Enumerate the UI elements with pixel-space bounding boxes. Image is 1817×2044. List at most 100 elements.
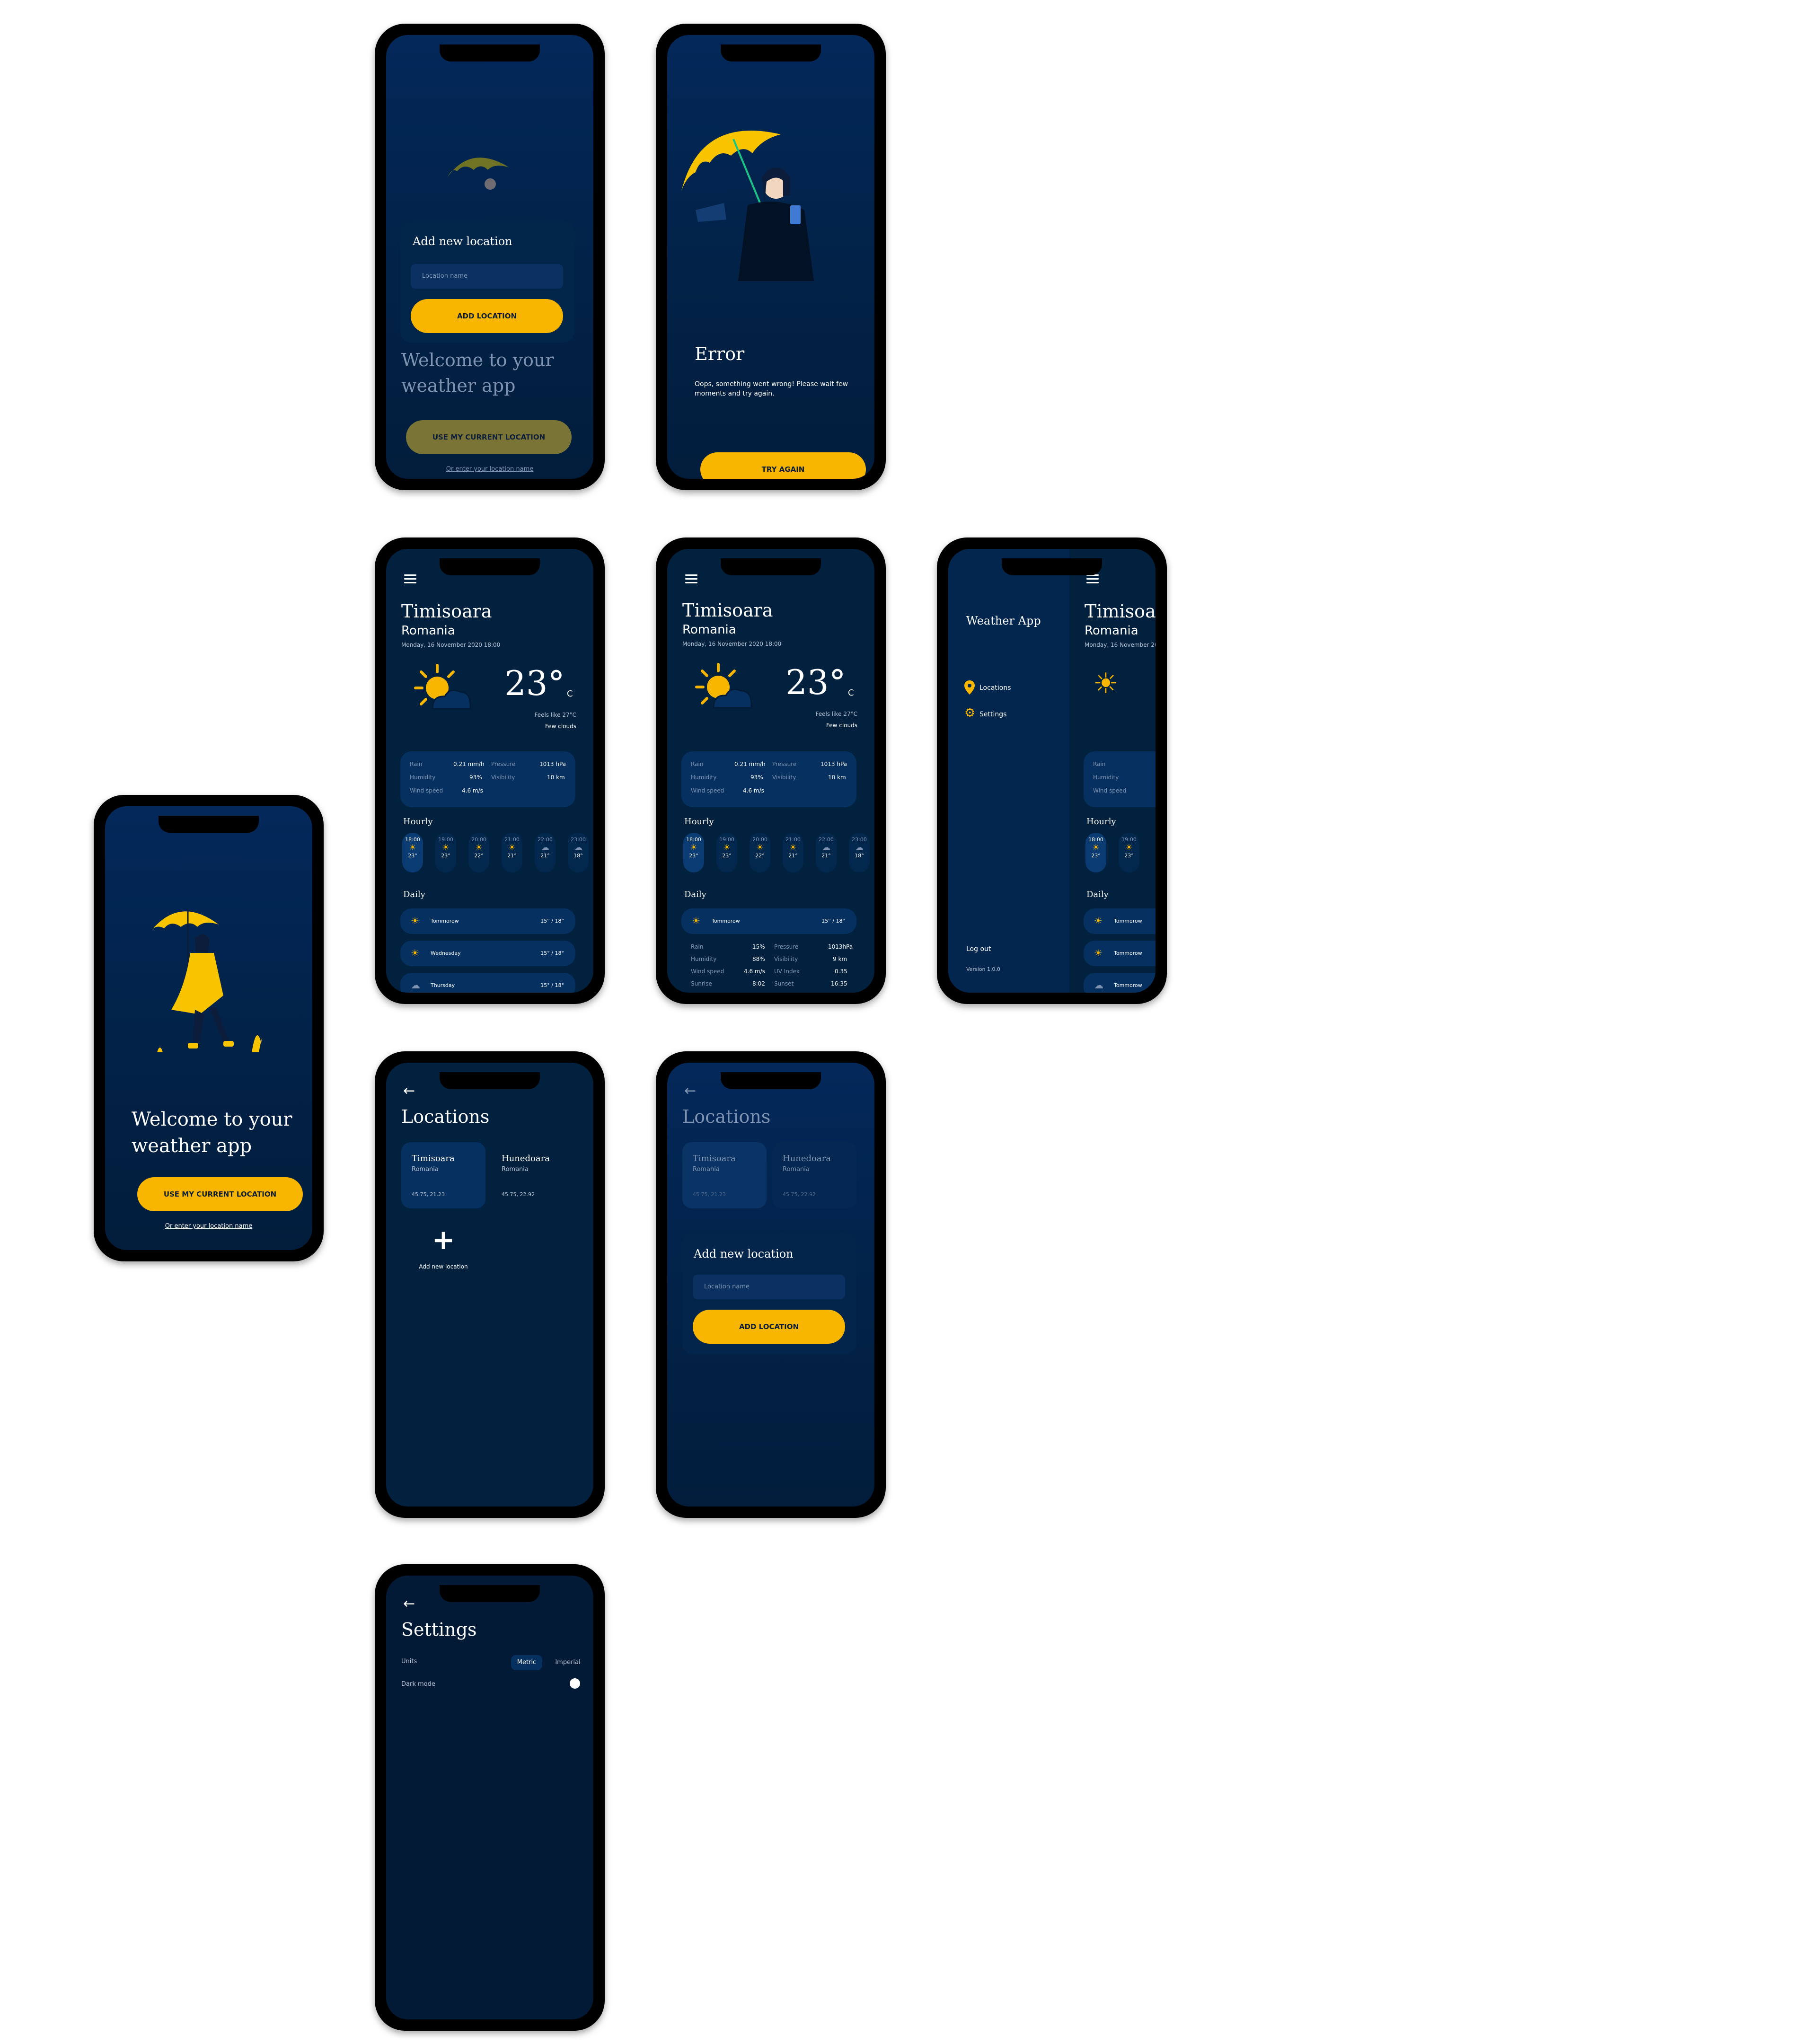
hourly-item[interactable]: 19:00 ☀ 23° — [435, 833, 456, 872]
daily-row[interactable]: ☀ Wednesday 15° / 18° — [400, 941, 575, 966]
welcome-title: Welcome to your weather app — [132, 1106, 292, 1159]
hourly-item[interactable]: 23:00 ☁ 18° — [849, 833, 870, 872]
daily-day: Tommorow — [712, 918, 740, 924]
hourly-item[interactable]: 19:00 ☀ 23° — [716, 833, 737, 872]
error-screen: Error Oops, something went wrong! Please… — [667, 35, 874, 479]
hour-temp: 22° — [755, 853, 765, 859]
back-arrow-icon[interactable]: ← — [403, 1083, 415, 1099]
sun-icon: ☀ — [441, 843, 450, 853]
add-location-button[interactable]: ADD LOCATION — [411, 299, 563, 333]
location-card[interactable]: Hunedoara Romania 45.75, 22.92 — [491, 1142, 575, 1208]
visibility-value: 9 km — [833, 956, 847, 962]
daily-row[interactable]: ☀ Tommorow — [1084, 908, 1155, 934]
location-name-input[interactable]: Location name — [411, 264, 563, 289]
date-time: Monday, 16 November 2020 18:00 — [682, 641, 782, 647]
daily-day: Tommorow — [1114, 950, 1142, 956]
location-city: Hunedoara — [502, 1154, 550, 1163]
sun-cloud-icon: ☀ — [508, 843, 516, 853]
gear-icon: ⚙ — [964, 706, 976, 720]
plus-icon: + — [432, 1224, 455, 1256]
add-location-label: Add new location — [419, 1263, 468, 1270]
hourly-item[interactable]: 20:00 ☀ 22° — [750, 833, 770, 872]
welcome-title-line1: Welcome to your — [401, 350, 554, 370]
wind-label: Wind speed — [691, 787, 724, 794]
daily-day: Tommorow — [1114, 918, 1142, 924]
use-current-location-button[interactable]: USE MY CURRENT LOCATION — [137, 1177, 303, 1211]
hour-time: 21:00 — [785, 837, 801, 843]
daily-row[interactable]: ☁ Tommorow — [1084, 973, 1155, 993]
hourly-item[interactable]: 21:00 ☀ 21° — [502, 833, 522, 872]
rain-label: Rain — [410, 761, 423, 767]
daily-temp: 15° / 18° — [821, 918, 845, 924]
notch — [1002, 558, 1102, 575]
drawer-item-locations[interactable]: Locations — [964, 680, 1059, 695]
wind-label: Wind speed — [691, 968, 724, 975]
menu-icon[interactable] — [404, 574, 416, 584]
hour-temp: 23° — [689, 853, 698, 859]
country-name: Romania — [682, 623, 736, 637]
hourly-item[interactable]: 18:00 ☀ 23° — [402, 833, 423, 872]
location-country: Romania — [693, 1166, 720, 1173]
notch — [159, 816, 259, 833]
dark-mode-toggle[interactable] — [562, 1678, 580, 1689]
locations-title: Locations — [401, 1106, 490, 1127]
hourly-item[interactable]: 23:00 ☁ 18° — [568, 833, 589, 872]
location-country: Romania — [412, 1166, 439, 1173]
daily-row-expanded[interactable]: ☀ Tommorow 15° / 18° — [681, 908, 856, 934]
pressure-value: 1013 hPa — [539, 761, 566, 767]
location-name-input[interactable]: Location name — [693, 1275, 845, 1299]
wind-value: 4.6 m/s — [744, 968, 765, 975]
drawer-item-settings[interactable]: ⚙ Settings — [964, 706, 1059, 721]
try-again-button[interactable]: TRY AGAIN — [700, 452, 866, 479]
daily-row[interactable]: ☁ Thursday 15° / 18° — [400, 973, 575, 993]
weather-expanded-screen: Timisoara Romania Monday, 16 November 20… — [667, 549, 874, 993]
hour-time: 19:00 — [438, 837, 453, 843]
hourly-item[interactable]: 21:00 ☀ 21° — [783, 833, 803, 872]
drawer-title: Weather App — [966, 614, 1041, 627]
umbrella-man-illustration — [681, 131, 814, 281]
locations-screen: ← Locations Timisoara Romania 45.75, 21.… — [386, 1063, 593, 1507]
hourly-item[interactable]: 22:00 ☁ 21° — [816, 833, 837, 872]
stats-card: Rain Humidity Wind speed — [1084, 751, 1155, 807]
hourly-item[interactable]: 22:00 ☁ 21° — [535, 833, 556, 872]
add-location-dialog: Add new location Location name ADD LOCAT… — [400, 220, 574, 343]
back-arrow-icon[interactable]: ← — [403, 1595, 415, 1612]
rain-value: 0.21 mm/h — [734, 761, 766, 767]
feels-like: Feels like 27°C — [815, 711, 857, 717]
sun-cloud-icon: ☀ — [789, 843, 797, 853]
hour-temp: 22° — [474, 853, 484, 859]
metric-option[interactable]: Metric — [511, 1655, 542, 1670]
menu-icon[interactable] — [685, 574, 697, 584]
hourly-item[interactable]: 20:00 ☀ 22° — [468, 833, 489, 872]
error-message-line2: moments and try again. — [695, 390, 775, 397]
back-arrow-icon[interactable]: ← — [684, 1083, 696, 1099]
hourly-item[interactable]: 18:00 ☀ 23° — [1085, 833, 1106, 872]
error-message-line1: Oops, something went wrong! Please wait … — [695, 380, 848, 388]
menu-icon[interactable] — [1086, 574, 1099, 584]
hour-time: 18:00 — [1088, 837, 1103, 843]
daily-row[interactable]: ☀ Tommorow 15° / 18° — [400, 908, 575, 934]
daily-row[interactable]: ☀ Tommorow — [1084, 941, 1155, 966]
settings-screen: ← Settings Units Metric Imperial Dark mo… — [386, 1576, 593, 2019]
locations-add-screen: ← Locations Timisoara Romania 45.75, 21.… — [667, 1063, 874, 1507]
welcome-title-line1: Welcome to your — [132, 1109, 292, 1130]
location-coords: 45.75, 22.92 — [783, 1191, 816, 1198]
dialog-title: Add new location — [694, 1247, 794, 1260]
add-location-card[interactable]: + Add new location — [401, 1217, 485, 1283]
sun-icon: ☀ — [411, 915, 419, 926]
add-location-button[interactable]: ADD LOCATION — [693, 1310, 845, 1344]
humidity-label: Humidity — [691, 956, 717, 962]
location-card[interactable]: Timisoara Romania 45.75, 21.23 — [401, 1142, 485, 1208]
visibility-label: Visibility — [772, 774, 796, 781]
welcome-title-dim: Welcome to your weather app — [401, 347, 554, 398]
location-coords: 45.75, 21.23 — [693, 1191, 726, 1198]
notch — [721, 1072, 821, 1089]
enter-location-link[interactable]: Or enter your location name — [105, 1223, 312, 1230]
umbrella-girl-illustration — [448, 158, 509, 190]
logout-button[interactable]: Log out — [966, 945, 991, 953]
imperial-option[interactable]: Imperial — [550, 1655, 586, 1670]
hourly-item[interactable]: 18:00 ☀ 23° — [683, 833, 704, 872]
hourly-item[interactable]: 19:00 ☀ 23° — [1119, 833, 1139, 872]
notch — [721, 44, 821, 62]
notch — [721, 558, 821, 575]
